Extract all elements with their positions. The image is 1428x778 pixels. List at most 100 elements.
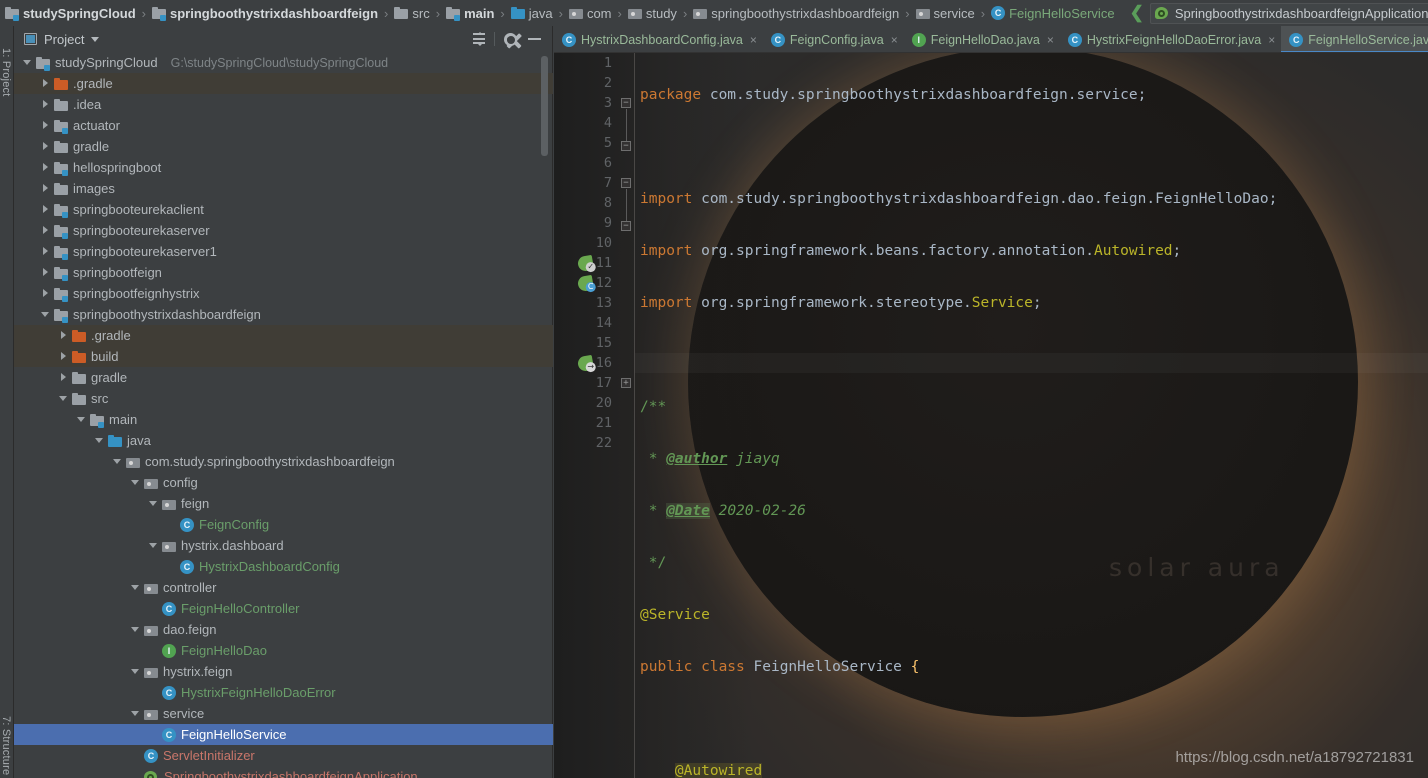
tree-row[interactable]: springbooteurekaclient [14,199,553,220]
tree-twisty-toggle[interactable] [40,120,51,131]
tree-row[interactable]: C HystrixDashboardConfig [14,556,553,577]
tree-row[interactable]: springboothystrixdashboardfeign [14,304,553,325]
tree-twisty-toggle[interactable] [58,330,69,341]
tree-row[interactable]: gradle [14,367,553,388]
tree-twisty-toggle[interactable] [130,582,141,593]
tree-row[interactable]: controller [14,577,553,598]
tree-twisty-toggle[interactable] [40,141,51,152]
spring-bean-class-icon[interactable]: C [576,274,596,293]
close-icon[interactable]: × [1268,33,1275,47]
tree-twisty-toggle[interactable] [40,309,51,320]
tree-row[interactable]: springbootfeign [14,262,553,283]
tree-row[interactable]: C FeignHelloController [14,598,553,619]
tree-row[interactable]: I FeignHelloDao [14,640,553,661]
tree-row[interactable]: springbootfeignhystrix [14,283,553,304]
editor-tab[interactable]: C HystrixFeignHelloDaoError.java × [1060,26,1281,52]
tree-twisty-toggle[interactable] [40,288,51,299]
fold-toggle-imports[interactable]: − [621,98,631,108]
close-icon[interactable]: × [891,33,898,47]
tree-twisty-toggle[interactable] [40,225,51,236]
breadcrumb-item-feignhelloservice[interactable]: C FeignHelloService [990,0,1116,26]
editor-tab[interactable]: CFeignHelloService.java× [1281,26,1428,52]
tree-row[interactable]: C FeignConfig [14,514,553,535]
editor-tab[interactable]: C FeignConfig.java × [763,26,904,52]
tree-row[interactable]: studySpringCloud G:\studySpringCloud\stud… [14,52,553,73]
tree-row[interactable]: hystrix.feign [14,661,553,682]
tree-row[interactable]: C HystrixFeignHelloDaoError [14,682,553,703]
code-editor[interactable]: solar aura 1 2 3 4 5 6 7 8 9 10 11 12 13 14 15 16 17 20 21… [554,53,1428,778]
editor-tab[interactable]: I FeignHelloDao.java × [904,26,1060,52]
tree-twisty-toggle[interactable] [112,456,123,467]
tree-row[interactable]: src [14,388,553,409]
tree-row[interactable]: .gradle [14,325,553,346]
tree-row[interactable]: service [14,703,553,724]
code-text[interactable]: package com.study.springboothystrixdashb… [640,53,1428,778]
breadcrumb-item-main[interactable]: main [445,0,495,26]
spring-bean-autowired-icon[interactable]: → [576,354,596,373]
tree-twisty-toggle[interactable] [130,624,141,635]
tree-row[interactable]: build [14,346,553,367]
tree-twisty-toggle[interactable] [40,78,51,89]
fold-end-imports[interactable]: − [621,141,631,151]
breadcrumb-item-java[interactable]: java [510,0,554,26]
back-arrow-icon[interactable]: ❮ [1130,3,1144,23]
tree-twisty-toggle[interactable] [76,414,87,425]
tree-twisty-toggle[interactable] [22,57,33,68]
project-tree-scrollbar[interactable] [541,56,548,156]
breadcrumb-item-src[interactable]: src [393,0,430,26]
tree-row[interactable]: springbooteurekaserver [14,220,553,241]
breadcrumb-item-package[interactable]: springboothystrixdashboardfeign [692,0,900,26]
fold-toggle-method[interactable]: + [621,378,631,388]
tree-twisty-toggle[interactable] [40,204,51,215]
tree-row[interactable]: SpringboothystrixdashboardfeignApplicati… [14,766,553,778]
fold-end-javadoc[interactable]: − [621,221,631,231]
tree-row[interactable]: config [14,472,553,493]
close-icon[interactable]: × [1047,33,1054,47]
settings-button[interactable] [498,27,522,51]
tree-row[interactable]: feign [14,493,553,514]
close-icon[interactable]: × [750,33,757,47]
tree-row[interactable]: java [14,430,553,451]
collapse-all-button[interactable] [467,27,491,51]
hide-panel-button[interactable] [522,27,546,51]
breadcrumb-item-com[interactable]: com [568,0,613,26]
tree-row[interactable]: .gradle [14,73,553,94]
tree-row[interactable]: main [14,409,553,430]
editor-tab[interactable]: C HystrixDashboardConfig.java × [554,26,763,52]
tree-twisty-toggle[interactable] [40,246,51,257]
tree-row[interactable]: com.study.springboothystrixdashboardfeig… [14,451,553,472]
tree-row[interactable]: C FeignHelloService [14,724,553,745]
breadcrumb-item-service[interactable]: service [915,0,976,26]
spring-bean-check-icon[interactable]: ✓ [576,254,596,273]
breadcrumb-item-studyspringcloud[interactable]: studySpringCloud [4,0,137,26]
tree-row[interactable]: hellospringboot [14,157,553,178]
tree-twisty-toggle[interactable] [40,99,51,110]
tree-twisty-toggle[interactable] [148,540,159,551]
tree-twisty-toggle[interactable] [148,498,159,509]
tree-twisty-toggle[interactable] [130,666,141,677]
tree-row[interactable]: hystrix.dashboard [14,535,553,556]
editor-tab-bar[interactable]: C HystrixDashboardConfig.java × C FeignConfi… [554,26,1428,53]
tree-row[interactable]: .idea [14,94,553,115]
tree-row[interactable]: actuator [14,115,553,136]
fold-toggle-javadoc[interactable]: − [621,178,631,188]
chevron-down-icon[interactable] [91,36,100,42]
tree-twisty-toggle[interactable] [130,708,141,719]
tree-twisty-toggle[interactable] [40,267,51,278]
project-tree[interactable]: studySpringCloud G:\studySpringCloud\stud… [14,52,553,778]
tree-twisty-toggle[interactable] [94,435,105,446]
run-configuration-selector[interactable]: SpringboothystrixdashboardfeignApplicati… [1149,2,1428,24]
tree-twisty-toggle[interactable] [58,372,69,383]
tree-twisty-toggle[interactable] [130,477,141,488]
tree-row[interactable]: images [14,178,553,199]
tree-row[interactable]: gradle [14,136,553,157]
tree-twisty-toggle[interactable] [58,393,69,404]
tree-row[interactable]: springbooteurekaserver1 [14,241,553,262]
tree-row[interactable]: dao.feign [14,619,553,640]
breadcrumb-item-springboothystrixdashboardfeign[interactable]: springboothystrixdashboardfeign [151,0,379,26]
tree-twisty-toggle[interactable] [40,162,51,173]
breadcrumb-item-study[interactable]: study [627,0,678,26]
code-folding-bar[interactable]: − − − − + [620,53,634,778]
tree-row[interactable]: C ServletInitializer [14,745,553,766]
tree-twisty-toggle[interactable] [58,351,69,362]
